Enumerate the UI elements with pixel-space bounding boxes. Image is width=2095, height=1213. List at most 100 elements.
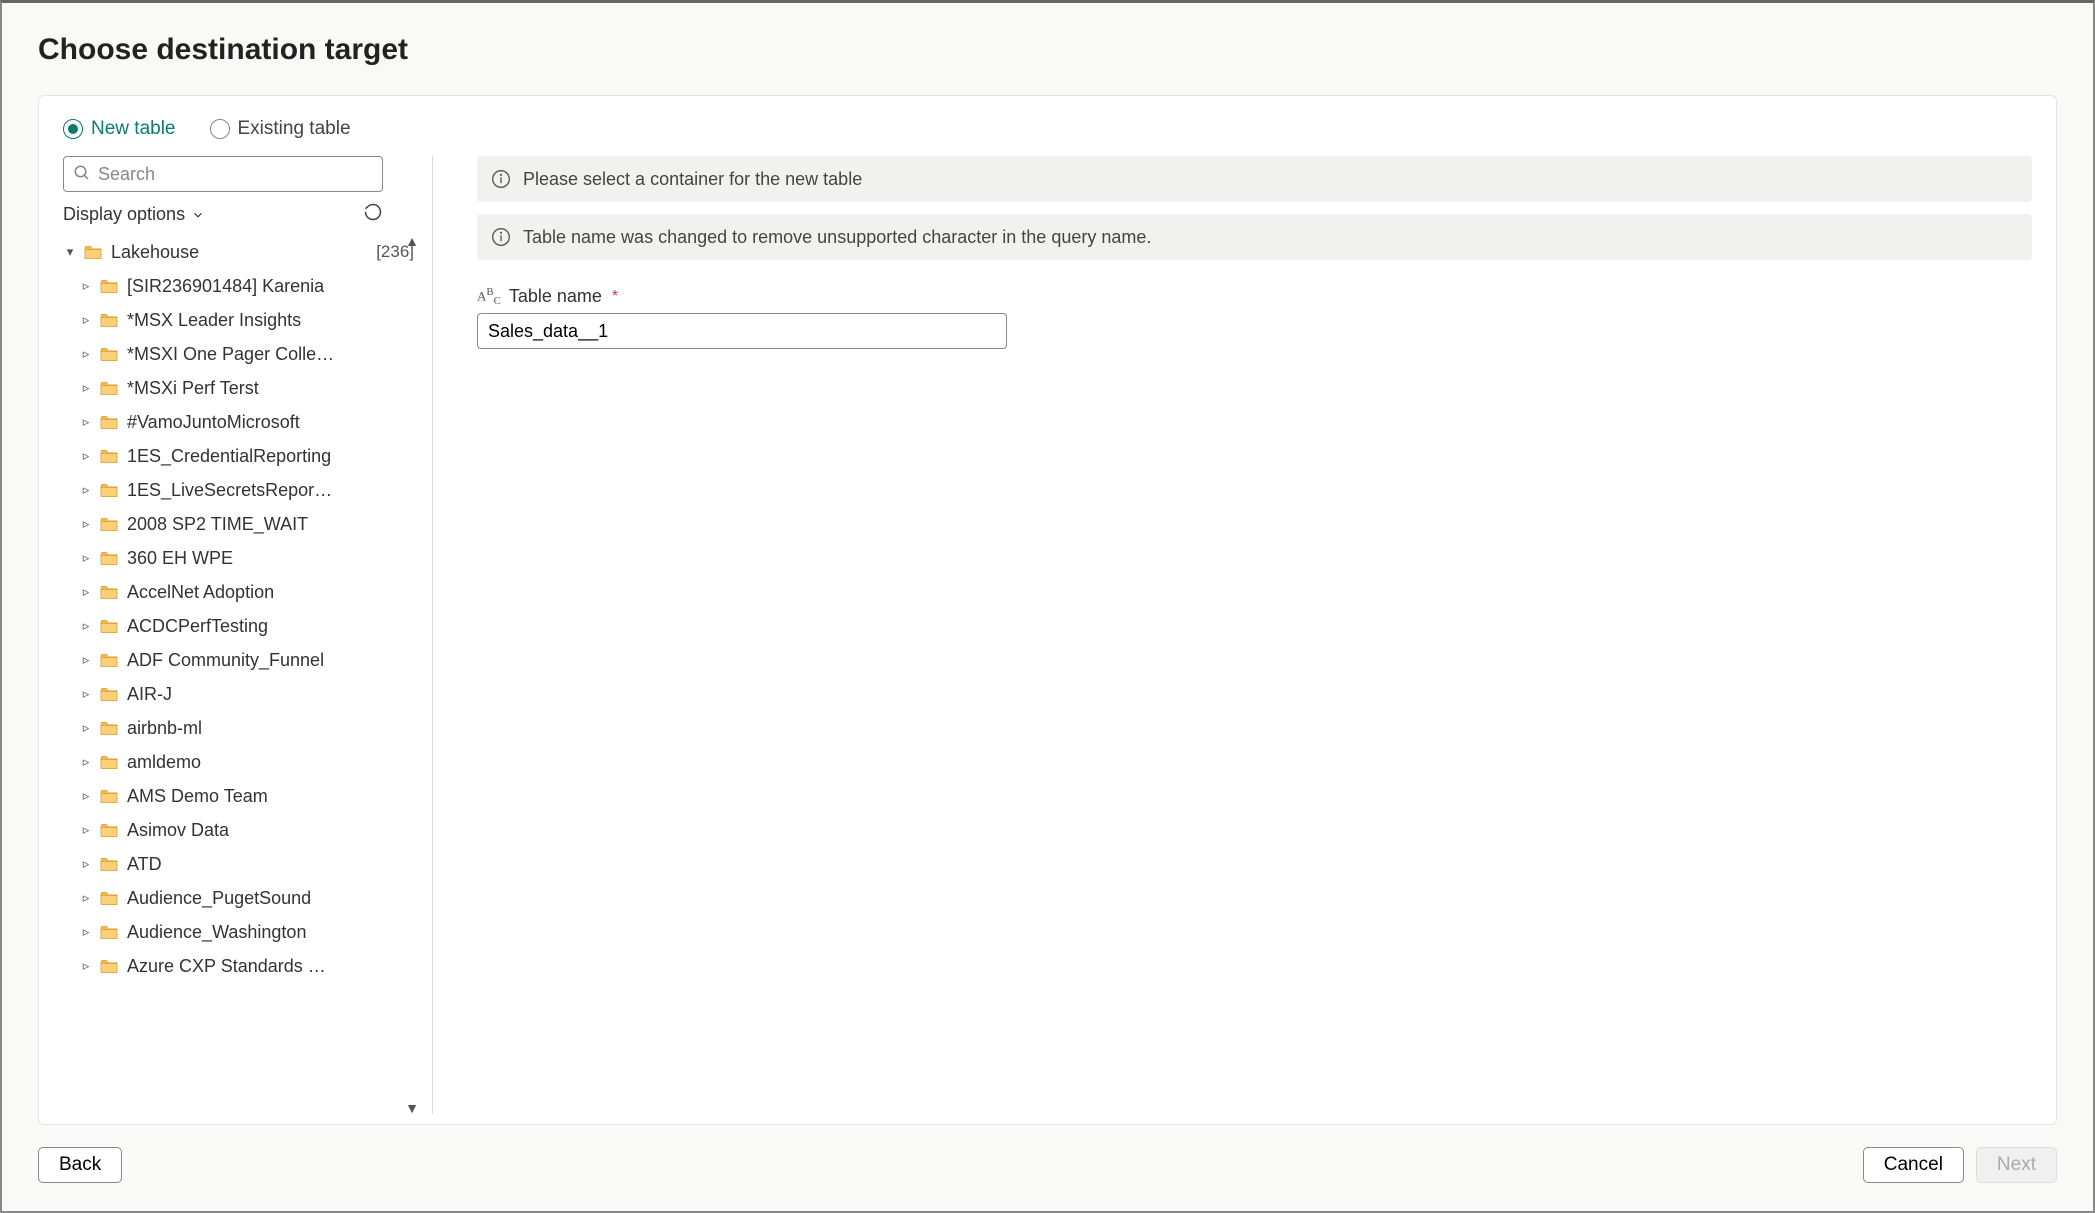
caret-right-icon: ▹ [81,618,91,634]
radio-label: Existing table [238,118,351,140]
search-input[interactable] [63,156,383,192]
tree-item-label: [SIR236901484] Karenia [127,276,324,297]
dialog-footer: Back Cancel Next [38,1125,2057,1183]
tree-item-label: amldemo [127,752,201,773]
details-pane: Please select a container for the new ta… [433,156,2032,1114]
main-panel: New table Existing table Display options [38,95,2057,1125]
caret-right-icon: ▹ [81,822,91,838]
tree-item-label: ATD [127,854,162,875]
tree-item[interactable]: ▹ #VamoJuntoMicrosoft [63,405,418,439]
caret-right-icon: ▹ [81,516,91,532]
tree-item[interactable]: ▹ *MSX Leader Insights [63,303,418,337]
tree-item[interactable]: ▹ airbnb-ml [63,711,418,745]
cancel-button[interactable]: Cancel [1863,1147,1964,1183]
radio-icon [63,119,83,139]
caret-right-icon: ▹ [81,584,91,600]
display-options-dropdown[interactable]: Display options [63,204,205,225]
tree-item-label: Azure CXP Standards PROD [127,956,337,977]
tree-item[interactable]: ▹ 2008 SP2 TIME_WAIT [63,507,418,541]
caret-right-icon: ▹ [81,346,91,362]
refresh-icon [363,202,383,222]
caret-right-icon: ▹ [81,278,91,294]
info-icon [491,227,511,247]
tree-item[interactable]: ▹ Audience_Washington [63,915,418,949]
caret-right-icon: ▹ [81,686,91,702]
next-button: Next [1976,1147,2057,1183]
scroll-down-arrow-icon[interactable]: ▼ [404,1100,418,1114]
caret-right-icon: ▹ [81,380,91,396]
caret-right-icon: ▹ [81,482,91,498]
caret-right-icon: ▹ [81,550,91,566]
tree-item-label: *MSXi Perf Terst [127,378,259,399]
alert-text: Please select a container for the new ta… [523,169,862,190]
tree-item-label: Audience_PugetSound [127,888,311,909]
caret-right-icon: ▹ [81,448,91,464]
table-name-input[interactable] [477,313,1007,349]
tree-item[interactable]: ▹ Azure CXP Standards PROD [63,949,418,983]
caret-right-icon: ▹ [81,856,91,872]
tree-item[interactable]: ▹ 360 EH WPE [63,541,418,575]
caret-down-icon: ▾ [65,244,75,260]
caret-right-icon: ▹ [81,652,91,668]
caret-right-icon: ▹ [81,924,91,940]
tree-item[interactable]: ▹ AMS Demo Team [63,779,418,813]
tree-item-label: 2008 SP2 TIME_WAIT [127,514,308,535]
radio-new-table[interactable]: New table [63,118,176,140]
tree-item-label: 360 EH WPE [127,548,233,569]
tree-item-label: *MSXI One Pager Collecti... [127,344,337,365]
tree-item[interactable]: ▹ *MSXI One Pager Collecti... [63,337,418,371]
chevron-down-icon [191,208,205,222]
info-banner-select-container: Please select a container for the new ta… [477,156,2032,202]
tree-item-label: ADF Community_Funnel [127,650,324,671]
navigation-pane: Display options ▲ ▾Lakehouse[236]▹[SIR23… [63,156,433,1114]
caret-right-icon: ▹ [81,754,91,770]
folder-tree[interactable]: ▾Lakehouse[236]▹[SIR236901484] Karenia▹*… [63,235,418,1114]
alert-text: Table name was changed to remove unsuppo… [523,227,1151,248]
radio-existing-table[interactable]: Existing table [210,118,351,140]
tree-item-label: AIR-J [127,684,172,705]
tree-item[interactable]: ▹ Audience_PugetSound [63,881,418,915]
tree-item-label: airbnb-ml [127,718,202,739]
caret-right-icon: ▹ [81,958,91,974]
radio-icon [210,119,230,139]
page-title: Choose destination target [38,33,2057,67]
tree-item-label: *MSX Leader Insights [127,310,301,331]
tree-item[interactable]: ▹ 1ES_LiveSecretsReporting [63,473,418,507]
tree-item-label: AMS Demo Team [127,786,268,807]
tree-item-label: #VamoJuntoMicrosoft [127,412,300,433]
caret-right-icon: ▹ [81,720,91,736]
tree-root-item[interactable]: ▾Lakehouse[236] [63,235,418,269]
caret-right-icon: ▹ [81,788,91,804]
tree-item-label: AccelNet Adoption [127,582,274,603]
search-icon [73,164,91,187]
info-icon [491,169,511,189]
table-mode-radio-group: New table Existing table [39,96,2056,156]
tree-item[interactable]: ▹ amldemo [63,745,418,779]
tree-item-label: Audience_Washington [127,922,306,943]
caret-right-icon: ▹ [81,312,91,328]
tree-item[interactable]: ▹ *MSXi Perf Terst [63,371,418,405]
required-indicator: * [612,288,618,306]
caret-right-icon: ▹ [81,414,91,430]
tree-item[interactable]: ▹ Asimov Data [63,813,418,847]
caret-right-icon: ▹ [81,890,91,906]
display-options-label: Display options [63,204,185,225]
tree-item-label: ACDCPerfTesting [127,616,268,637]
tree-item[interactable]: ▹ AccelNet Adoption [63,575,418,609]
back-button[interactable]: Back [38,1147,122,1183]
tree-item[interactable]: ▹ ADF Community_Funnel [63,643,418,677]
tree-item[interactable]: ▹ [SIR236901484] Karenia [63,269,418,303]
info-banner-name-changed: Table name was changed to remove unsuppo… [477,214,2032,260]
table-name-label: Table name [509,286,602,307]
tree-item[interactable]: ▹ ATD [63,847,418,881]
tree-item[interactable]: ▹ ACDCPerfTesting [63,609,418,643]
radio-label: New table [91,118,176,140]
tree-item[interactable]: ▹ 1ES_CredentialReporting [63,439,418,473]
tree-root-label: Lakehouse [111,242,199,263]
tree-item[interactable]: ▹ AIR-J [63,677,418,711]
tree-item-label: 1ES_CredentialReporting [127,446,331,467]
scroll-up-arrow-icon[interactable]: ▲ [404,235,418,249]
tree-item-label: 1ES_LiveSecretsReporting [127,480,337,501]
tree-item-label: Asimov Data [127,820,229,841]
refresh-button[interactable] [363,202,383,227]
